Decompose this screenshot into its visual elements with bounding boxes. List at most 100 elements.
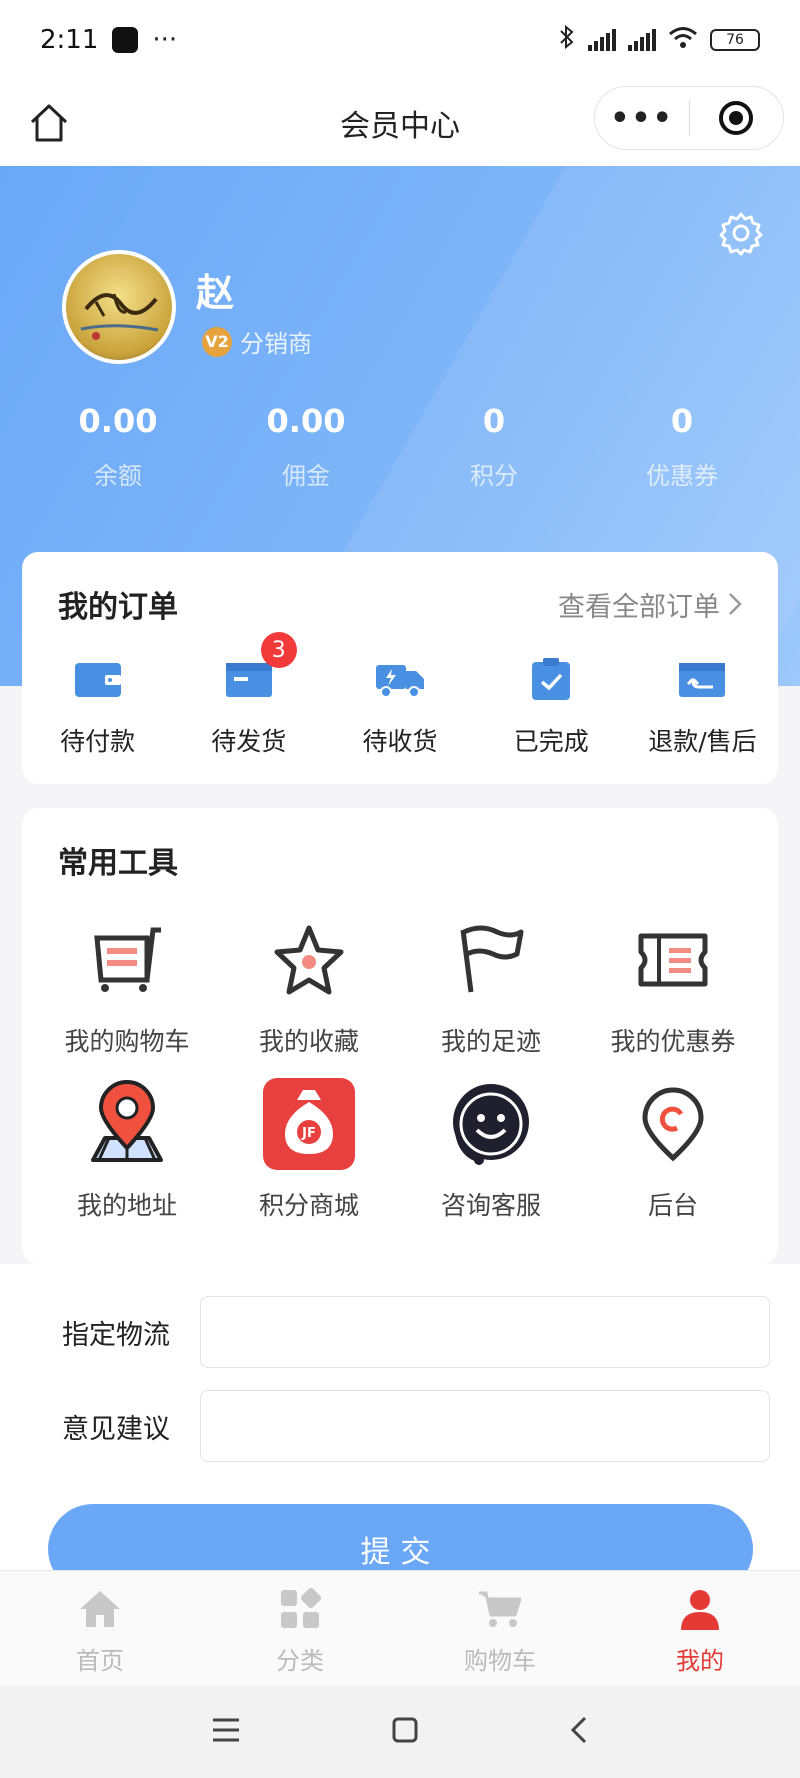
tool-label: 我的足迹 bbox=[440, 1027, 541, 1056]
back-icon[interactable] bbox=[569, 1715, 589, 1749]
common-tools-card: 常用工具 我的购物车 我的收藏 我的足迹 我的优惠券 我的地址 JF 积分商城 … bbox=[22, 808, 778, 1264]
stat-label: 余额 bbox=[94, 462, 142, 490]
truck-icon bbox=[372, 654, 428, 704]
tool-label: 我的收藏 bbox=[258, 1027, 359, 1056]
page-title: 会员中心 bbox=[340, 109, 460, 144]
more-notifications-icon: ··· bbox=[152, 25, 178, 55]
stat-label: 佣金 bbox=[282, 462, 330, 490]
home-icon bbox=[76, 1587, 124, 1631]
tool-my-footprints[interactable]: 我的足迹 bbox=[400, 912, 582, 1058]
bottom-tab-bar: 首页 分类 购物车 我的 bbox=[0, 1570, 800, 1686]
stat-value: 0 bbox=[482, 402, 506, 440]
stat-commission[interactable]: 0.00 佣金 bbox=[212, 402, 400, 491]
order-pending-receipt[interactable]: 待收货 bbox=[324, 654, 475, 758]
cart-icon bbox=[476, 1587, 524, 1631]
tab-label: 我的 bbox=[676, 1647, 724, 1675]
tool-label: 积分商城 bbox=[258, 1191, 359, 1220]
tab-label: 分类 bbox=[276, 1647, 324, 1675]
ticket-icon bbox=[625, 912, 721, 1008]
status-time: 2:11 bbox=[40, 25, 99, 55]
bluetooth-icon bbox=[558, 24, 576, 57]
user-name: 赵 bbox=[196, 271, 235, 315]
system-navigation-bar bbox=[0, 1686, 800, 1778]
tool-label: 咨询客服 bbox=[440, 1191, 541, 1220]
stat-balance[interactable]: 0.00 余额 bbox=[24, 402, 212, 491]
order-pending-payment[interactable]: 待付款 bbox=[22, 654, 173, 758]
my-orders-card: 我的订单 查看全部订单 待付款 3 待发货 待收货 已完成 退款/售后 bbox=[22, 552, 778, 784]
level-badge-icon: V2 bbox=[202, 326, 232, 357]
feedback-input[interactable] bbox=[200, 1390, 770, 1462]
more-menu-button[interactable]: ••• bbox=[595, 101, 689, 136]
tool-label: 我的购物车 bbox=[64, 1027, 190, 1056]
stat-label: 积分 bbox=[470, 462, 518, 490]
order-label: 待收货 bbox=[362, 727, 438, 756]
user-icon bbox=[676, 1587, 724, 1631]
stat-label: 优惠券 bbox=[646, 462, 718, 490]
close-mini-program-button[interactable] bbox=[690, 100, 783, 136]
stat-value: 0.00 bbox=[78, 402, 158, 440]
money-bag-icon: JF bbox=[261, 1076, 357, 1172]
member-level: V2 分销商 bbox=[202, 324, 312, 359]
svg-text:JF: JF bbox=[301, 1126, 316, 1141]
stat-value: 0.00 bbox=[266, 402, 346, 440]
tool-my-coupons[interactable]: 我的优惠券 bbox=[582, 912, 764, 1058]
tab-me[interactable]: 我的 bbox=[600, 1571, 800, 1686]
tool-label: 我的优惠券 bbox=[610, 1027, 736, 1056]
wallet-icon bbox=[70, 654, 126, 704]
feedback-label: 意见建议 bbox=[62, 1413, 170, 1445]
app-notification-icon bbox=[112, 27, 139, 53]
category-icon bbox=[276, 1587, 324, 1631]
order-completed[interactable]: 已完成 bbox=[476, 654, 627, 758]
order-label: 退款/售后 bbox=[648, 727, 757, 756]
member-role: 分销商 bbox=[240, 330, 312, 358]
home-square-icon[interactable] bbox=[391, 1716, 419, 1748]
view-all-orders-link[interactable]: 查看全部订单 bbox=[558, 585, 742, 624]
wifi-icon bbox=[668, 25, 698, 56]
tool-label: 后台 bbox=[647, 1191, 698, 1220]
logistics-row: 指定物流 bbox=[0, 1296, 800, 1368]
order-refund-aftersales[interactable]: 退款/售后 bbox=[627, 654, 778, 758]
tool-points-mall[interactable]: JF 积分商城 bbox=[218, 1076, 400, 1222]
tool-admin[interactable]: 后台 bbox=[582, 1076, 764, 1222]
chevron-right-icon bbox=[729, 593, 742, 615]
tool-customer-service[interactable]: 咨询客服 bbox=[400, 1076, 582, 1222]
box-icon: 3 bbox=[221, 632, 297, 704]
battery-icon: 76 bbox=[710, 29, 760, 51]
tool-label: 我的地址 bbox=[76, 1191, 177, 1220]
tab-label: 首页 bbox=[76, 1647, 124, 1675]
order-label: 已完成 bbox=[513, 727, 589, 756]
tab-category[interactable]: 分类 bbox=[200, 1571, 400, 1686]
feedback-row: 意见建议 bbox=[0, 1390, 800, 1462]
gear-icon[interactable] bbox=[718, 210, 764, 256]
order-label: 待付款 bbox=[60, 727, 136, 756]
avatar[interactable] bbox=[62, 250, 176, 364]
stat-coupons[interactable]: 0 优惠券 bbox=[588, 402, 776, 491]
flag-icon bbox=[443, 912, 539, 1008]
feedback-form: 指定物流 意见建议 提交 bbox=[0, 1264, 800, 1594]
tools-title: 常用工具 bbox=[58, 846, 178, 881]
tab-home[interactable]: 首页 bbox=[0, 1571, 200, 1686]
logistics-input[interactable] bbox=[200, 1296, 770, 1368]
order-pending-shipment[interactable]: 3 待发货 bbox=[173, 632, 324, 758]
top-navigation-bar: 会员中心 ••• bbox=[0, 80, 800, 166]
tool-my-address[interactable]: 我的地址 bbox=[36, 1076, 218, 1222]
home-icon[interactable] bbox=[24, 98, 74, 148]
stat-points[interactable]: 0 积分 bbox=[400, 402, 588, 491]
admin-pin-icon bbox=[625, 1076, 721, 1172]
menu-icon[interactable] bbox=[211, 1717, 241, 1747]
tab-cart[interactable]: 购物车 bbox=[400, 1571, 600, 1686]
clipboard-check-icon bbox=[523, 654, 579, 704]
tab-label: 购物车 bbox=[464, 1647, 536, 1675]
tool-my-favorites[interactable]: 我的收藏 bbox=[218, 912, 400, 1058]
signal-icon bbox=[588, 29, 616, 51]
signal-icon-2 bbox=[628, 29, 656, 51]
account-stats: 0.00 余额 0.00 佣金 0 积分 0 优惠券 bbox=[24, 402, 776, 491]
order-count-badge: 3 bbox=[260, 632, 297, 668]
view-all-orders-label: 查看全部订单 bbox=[558, 591, 720, 623]
map-pin-icon bbox=[79, 1076, 175, 1172]
return-icon bbox=[674, 654, 730, 704]
orders-title: 我的订单 bbox=[58, 590, 178, 625]
stat-value: 0 bbox=[670, 402, 694, 440]
customer-service-icon bbox=[443, 1076, 539, 1172]
tool-my-cart[interactable]: 我的购物车 bbox=[36, 912, 218, 1058]
